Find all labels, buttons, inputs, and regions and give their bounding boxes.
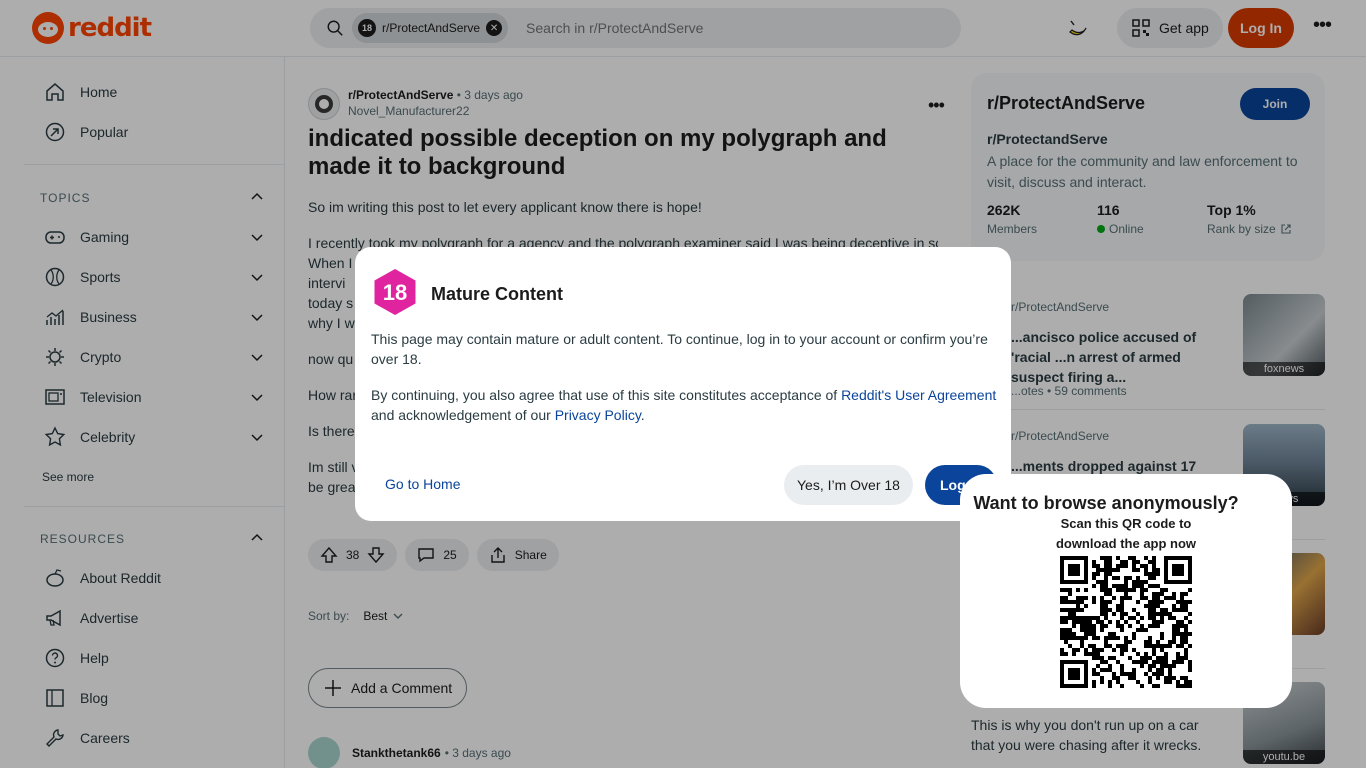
popup-subtitle: Scan this QR code to download the app no…: [960, 514, 1292, 554]
dialog-message: This page may contain mature or adult co…: [371, 331, 988, 367]
over-18-button[interactable]: Yes, I’m Over 18: [784, 465, 913, 505]
app-download-popup: Want to browse anonymously? Scan this QR…: [960, 474, 1292, 708]
mature-content-dialog: 18 Mature Content This page may contain …: [355, 247, 1011, 521]
go-home-button[interactable]: Go to Home: [385, 476, 460, 492]
dialog-terms: By continuing, you also agree that use o…: [371, 385, 999, 425]
popup-line: download the app now: [1055, 536, 1197, 551]
badge-text: 18: [383, 280, 407, 305]
user-agreement-link[interactable]: Reddit's User Agreement: [841, 387, 996, 403]
terms-text: .: [640, 407, 645, 423]
privacy-policy-link[interactable]: Privacy Policy: [555, 407, 641, 423]
popup-line: Scan this QR code to: [1060, 516, 1192, 531]
terms-text: By continuing, you also agree that use o…: [371, 387, 842, 403]
terms-text: and acknowledgement of our: [371, 407, 555, 423]
qr-code-image: [1060, 556, 1192, 688]
nsfw-18-icon: 18: [374, 269, 416, 315]
dialog-title: Mature Content: [431, 284, 563, 304]
popup-title: Want to browse anonymously?: [973, 493, 1239, 513]
